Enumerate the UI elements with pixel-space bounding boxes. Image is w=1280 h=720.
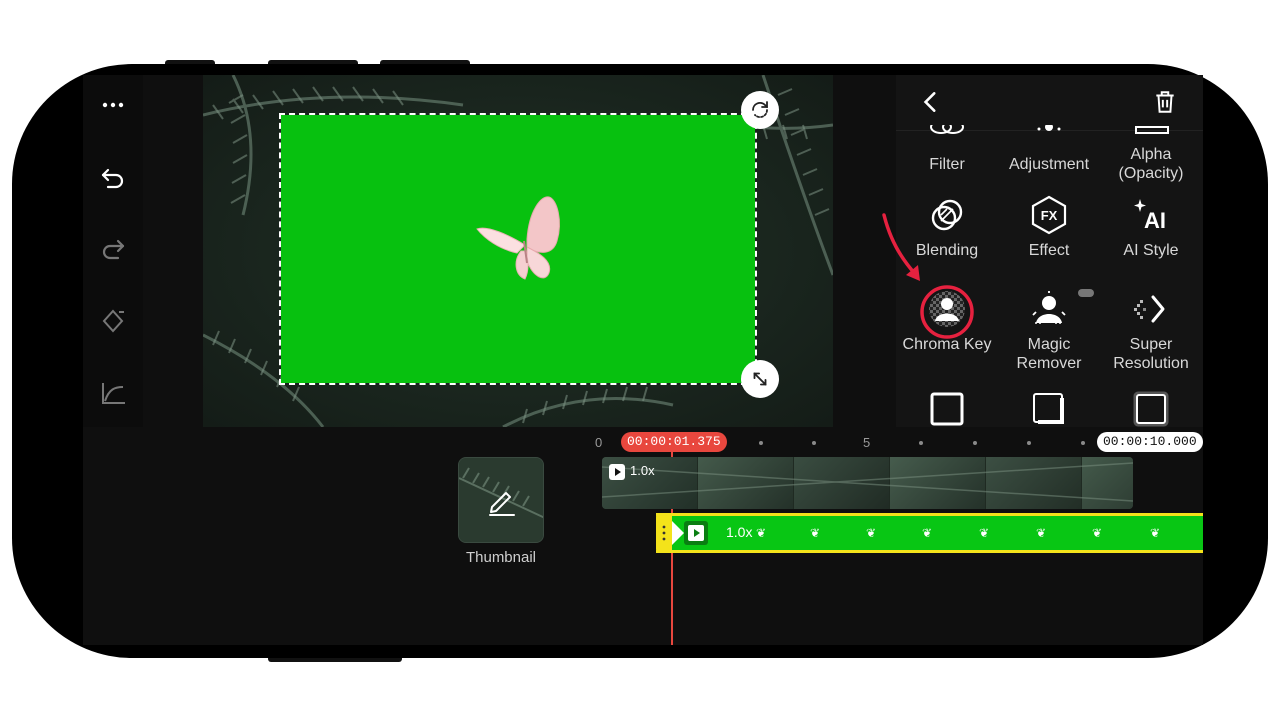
alpha-opacity-button[interactable]: Alpha (Opacity) bbox=[1100, 145, 1202, 183]
adjustment-icon bbox=[1037, 125, 1061, 131]
svg-text:AI: AI bbox=[1144, 208, 1166, 233]
glow-square-icon[interactable] bbox=[1133, 391, 1169, 427]
chevron-left-icon[interactable] bbox=[918, 89, 944, 115]
overlay-video-icon bbox=[684, 521, 708, 545]
effect-label: Effect bbox=[1028, 242, 1070, 259]
ruler-tick bbox=[973, 441, 977, 445]
overlay-clip-speed: 1.0x bbox=[726, 524, 753, 540]
more-icon[interactable] bbox=[97, 89, 129, 121]
super-label-line1: Super bbox=[1129, 336, 1173, 353]
alpha-label-line2: (Opacity) bbox=[1118, 165, 1184, 182]
ruler-tick bbox=[1081, 441, 1085, 445]
magic-remover-button[interactable]: Magic Remover bbox=[998, 289, 1100, 373]
app-screen: Filter Adjustment Alpha (Opacity) Blendi… bbox=[83, 75, 1203, 645]
thumbnail-label: Thumbnail bbox=[465, 549, 537, 566]
thumbnail-button[interactable] bbox=[458, 457, 544, 543]
redo-icon[interactable] bbox=[97, 233, 129, 265]
svg-text:FX: FX bbox=[1041, 208, 1058, 223]
butterfly-icon bbox=[476, 196, 560, 280]
video-clip-icon bbox=[609, 464, 625, 480]
grip-dots-icon bbox=[662, 525, 666, 541]
effects-panel: Filter Adjustment Alpha (Opacity) Blendi… bbox=[882, 75, 1203, 427]
trash-icon[interactable] bbox=[1152, 89, 1178, 115]
magic-remover-toggle-badge bbox=[1078, 289, 1094, 297]
effect-button[interactable]: FX Effect bbox=[998, 195, 1100, 260]
shadow-square-icon[interactable] bbox=[1031, 391, 1067, 427]
ruler-mid-label: 5 bbox=[863, 435, 871, 450]
edit-pencil-icon bbox=[489, 492, 515, 516]
curve-icon[interactable] bbox=[97, 377, 129, 409]
ruler-tick bbox=[812, 441, 816, 445]
keyframe-marker: ❦ bbox=[1150, 526, 1161, 540]
timeline[interactable]: 0 5 00:00:01.375 00:00:10.000 Thumbnail … bbox=[83, 427, 1203, 645]
filter-button[interactable]: Filter bbox=[896, 155, 998, 174]
fx-icon: FX bbox=[1031, 195, 1067, 235]
keyframe-marker: ❦ bbox=[1092, 526, 1103, 540]
ruler-tick bbox=[1027, 441, 1031, 445]
alpha-label-line1: Alpha bbox=[1130, 146, 1172, 163]
ruler-tick bbox=[919, 441, 923, 445]
square-icon[interactable] bbox=[929, 391, 965, 427]
total-time-pill: 00:00:10.000 bbox=[1097, 432, 1203, 452]
adjustment-label: Adjustment bbox=[1008, 156, 1090, 173]
ruler-tick bbox=[759, 441, 763, 445]
overlay-green-screen-layer[interactable] bbox=[279, 113, 757, 385]
rotate-handle[interactable] bbox=[741, 91, 779, 129]
magic-remover-icon bbox=[1032, 291, 1066, 324]
panel-header bbox=[896, 75, 1203, 134]
keyframe-icon[interactable] bbox=[97, 305, 129, 337]
keyframe-marker: ❦ bbox=[866, 526, 877, 540]
adjustment-button[interactable]: Adjustment bbox=[998, 155, 1100, 174]
clip-fern-pattern bbox=[602, 462, 1133, 502]
undo-icon[interactable] bbox=[97, 162, 129, 194]
keyframe-marker: ❦ bbox=[922, 526, 933, 540]
ai-style-label: AI Style bbox=[1123, 242, 1179, 259]
keyframe-marker: ❦ bbox=[1036, 526, 1047, 540]
current-time-pill: 00:00:01.375 bbox=[621, 432, 727, 452]
main-video-clip[interactable]: 1.0x bbox=[602, 457, 1133, 509]
keyframe-marker: ❦ bbox=[810, 526, 821, 540]
overlay-clip-track[interactable]: 1.0x ❦ ❦ ❦ ❦ ❦ ❦ ❦ ❦ bbox=[656, 513, 1203, 553]
chroma-key-highlight-circle bbox=[920, 285, 974, 339]
super-label-line2: Resolution bbox=[1113, 355, 1189, 372]
alpha-icon bbox=[1135, 126, 1169, 134]
keyframe-marker: ❦ bbox=[756, 526, 767, 540]
ai-style-button[interactable]: AI AI Style bbox=[1100, 195, 1202, 260]
main-clip-speed: 1.0x bbox=[630, 463, 655, 478]
overlay-trim-handle[interactable] bbox=[656, 513, 672, 553]
magic-label-line1: Magic bbox=[1027, 336, 1071, 353]
filter-icon bbox=[930, 125, 964, 134]
filter-label: Filter bbox=[929, 156, 965, 173]
ruler-start-label: 0 bbox=[595, 435, 603, 450]
keyframe-marker: ❦ bbox=[979, 526, 990, 540]
super-resolution-icon bbox=[1134, 295, 1165, 323]
video-preview[interactable] bbox=[203, 75, 833, 427]
resize-handle[interactable] bbox=[741, 360, 779, 398]
overlay-start-chevron-icon bbox=[672, 521, 684, 545]
magic-label-line2: Remover bbox=[1016, 355, 1082, 372]
ai-style-icon: AI bbox=[1134, 199, 1166, 233]
pointer-arrow-icon bbox=[882, 213, 920, 281]
super-resolution-button[interactable]: Super Resolution bbox=[1100, 289, 1202, 373]
